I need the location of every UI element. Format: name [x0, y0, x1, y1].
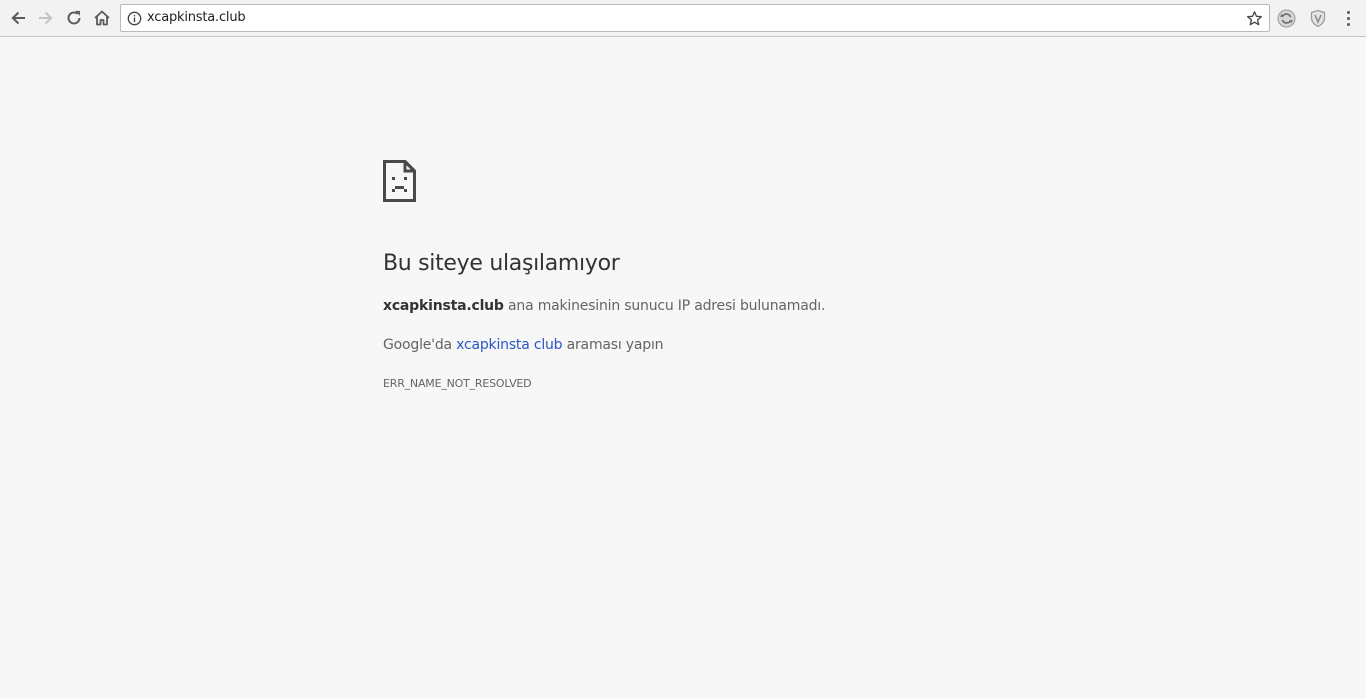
search-suffix: araması yapın: [562, 337, 664, 353]
star-icon[interactable]: [1246, 10, 1263, 27]
search-prefix: Google'da: [383, 337, 457, 353]
back-button[interactable]: [5, 5, 31, 31]
error-title: Bu siteye ulaşılamıyor: [383, 251, 620, 276]
kebab-menu-icon[interactable]: [1338, 7, 1358, 29]
reload-button[interactable]: [61, 5, 87, 31]
arrow-left-icon: [11, 11, 25, 25]
error-code: ERR_NAME_NOT_RESOLVED: [383, 377, 532, 390]
google-search-link[interactable]: xcapkinsta club: [456, 337, 562, 353]
error-host: xcapkinsta.club: [383, 298, 504, 314]
url-text[interactable]: xcapkinsta.club: [147, 10, 246, 25]
sad-document-icon: [383, 160, 416, 202]
info-icon[interactable]: [127, 11, 142, 26]
address-bar[interactable]: xcapkinsta.club: [120, 4, 1270, 32]
home-button[interactable]: [89, 5, 115, 31]
home-icon: [94, 10, 110, 26]
shield-icon: [1310, 9, 1326, 27]
error-message: xcapkinsta.club ana makinesinin sunucu I…: [383, 298, 825, 314]
error-host-message: ana makinesinin sunucu IP adresi bulunam…: [503, 298, 826, 314]
search-suggestion: Google'da xcapkinsta club araması yapın: [383, 337, 664, 353]
forward-button[interactable]: [33, 5, 59, 31]
reload-icon: [67, 10, 81, 25]
extension-refresh-button[interactable]: [1276, 8, 1296, 28]
extension-shield-button[interactable]: [1308, 8, 1328, 28]
arrow-right-icon: [39, 11, 53, 25]
extension-refresh-icon: [1277, 9, 1295, 27]
browser-toolbar: xcapkinsta.club: [0, 0, 1366, 37]
